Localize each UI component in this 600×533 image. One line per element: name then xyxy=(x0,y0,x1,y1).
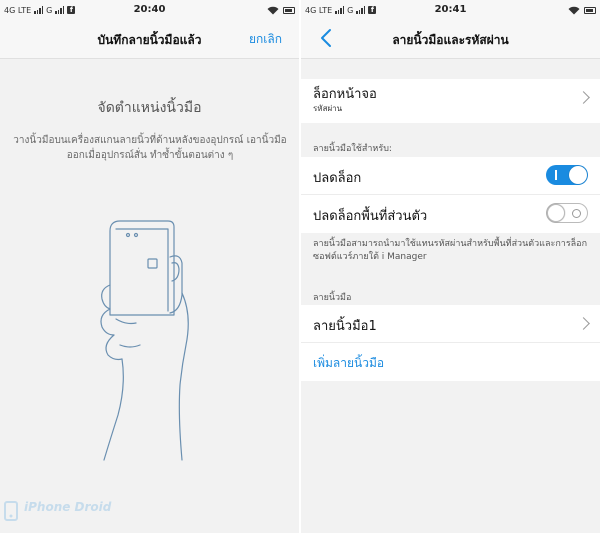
top-bar: ลายนิ้วมือและรหัสผ่าน xyxy=(301,20,600,59)
instruction-text: วางนิ้วมือบนเครื่องสแกนลายนิ้วที่ด้านหลั… xyxy=(13,135,287,161)
screen-lock-subtitle: รหัสผ่าน xyxy=(313,104,343,113)
private-unlock-row: ปลดล็อกพื้นที่ส่วนตัว xyxy=(301,195,600,233)
enroll-screen: 4G LTE G f 20:40 บันทึกลายนิ้วมือแล้ว ยก… xyxy=(0,0,299,533)
add-fingerprint-link[interactable]: เพิ่มลายนิ้วมือ xyxy=(313,354,384,373)
hand-holding-phone-illustration xyxy=(100,220,189,461)
use-for-label: ลายนิ้วมือใช้สำหรับ: xyxy=(313,144,392,154)
clock: 20:41 xyxy=(434,4,467,15)
usage-note: ลายนิ้วมือสามารถนำมาใช้แทนรหัสผ่านสำหรับ… xyxy=(313,239,588,262)
watermark-text: iPhone Droid xyxy=(24,500,112,514)
chevron-right-icon xyxy=(577,317,590,330)
unlock-row: ปลดล็อก xyxy=(301,157,600,195)
fingerprint-settings-screen: 4G LTE G f 20:41 ลายนิ้วมือและรหัสผ่าน ล… xyxy=(301,0,600,533)
fingerprint-1-label: ลายนิ้วมือ1 xyxy=(313,319,377,334)
toggle-off-mark-icon xyxy=(572,209,581,218)
fingerprint-list-group: ลายนิ้วมือ1 เพิ่มลายนิ้วมือ xyxy=(301,305,600,381)
fingerprints-label: ลายนิ้วมือ xyxy=(313,293,352,303)
chevron-right-icon xyxy=(577,91,590,104)
toggle-knob xyxy=(547,204,565,222)
private-unlock-toggle[interactable] xyxy=(546,203,588,223)
battery-icon xyxy=(584,6,596,14)
cancel-button[interactable]: ยกเลิก xyxy=(249,30,282,49)
toggle-on-mark-icon xyxy=(555,170,557,180)
unlock-label: ปลดล็อก xyxy=(313,171,362,186)
screen-lock-group: ล็อกหน้าจอ รหัสผ่าน xyxy=(301,79,600,123)
toggle-knob xyxy=(569,166,587,184)
top-bar: บันทึกลายนิ้วมือแล้ว ยกเลิก xyxy=(0,20,299,59)
battery-icon xyxy=(283,6,295,14)
clock: 20:40 xyxy=(133,4,166,15)
screen-lock-title: ล็อกหน้าจอ xyxy=(313,87,377,102)
fingerprint-use-group: ปลดล็อก ปลดล็อกพื้นที่ส่วนตัว xyxy=(301,157,600,233)
fingerprint-1-row[interactable]: ลายนิ้วมือ1 xyxy=(301,305,600,343)
watermark-phone-icon xyxy=(4,501,18,521)
unlock-toggle[interactable] xyxy=(546,165,588,185)
page-title: ลายนิ้วมือและรหัสผ่าน xyxy=(392,33,509,47)
private-unlock-label: ปลดล็อกพื้นที่ส่วนตัว xyxy=(313,209,428,224)
instruction-title: จัดตำแหน่งนิ้วมือ xyxy=(97,100,202,116)
add-fingerprint-row[interactable]: เพิ่มลายนิ้วมือ xyxy=(301,343,600,381)
status-bar: 4G LTE G f 20:40 xyxy=(0,0,299,20)
screen-lock-row[interactable]: ล็อกหน้าจอ รหัสผ่าน xyxy=(301,79,600,123)
status-bar: 4G LTE G f 20:41 xyxy=(301,0,600,20)
